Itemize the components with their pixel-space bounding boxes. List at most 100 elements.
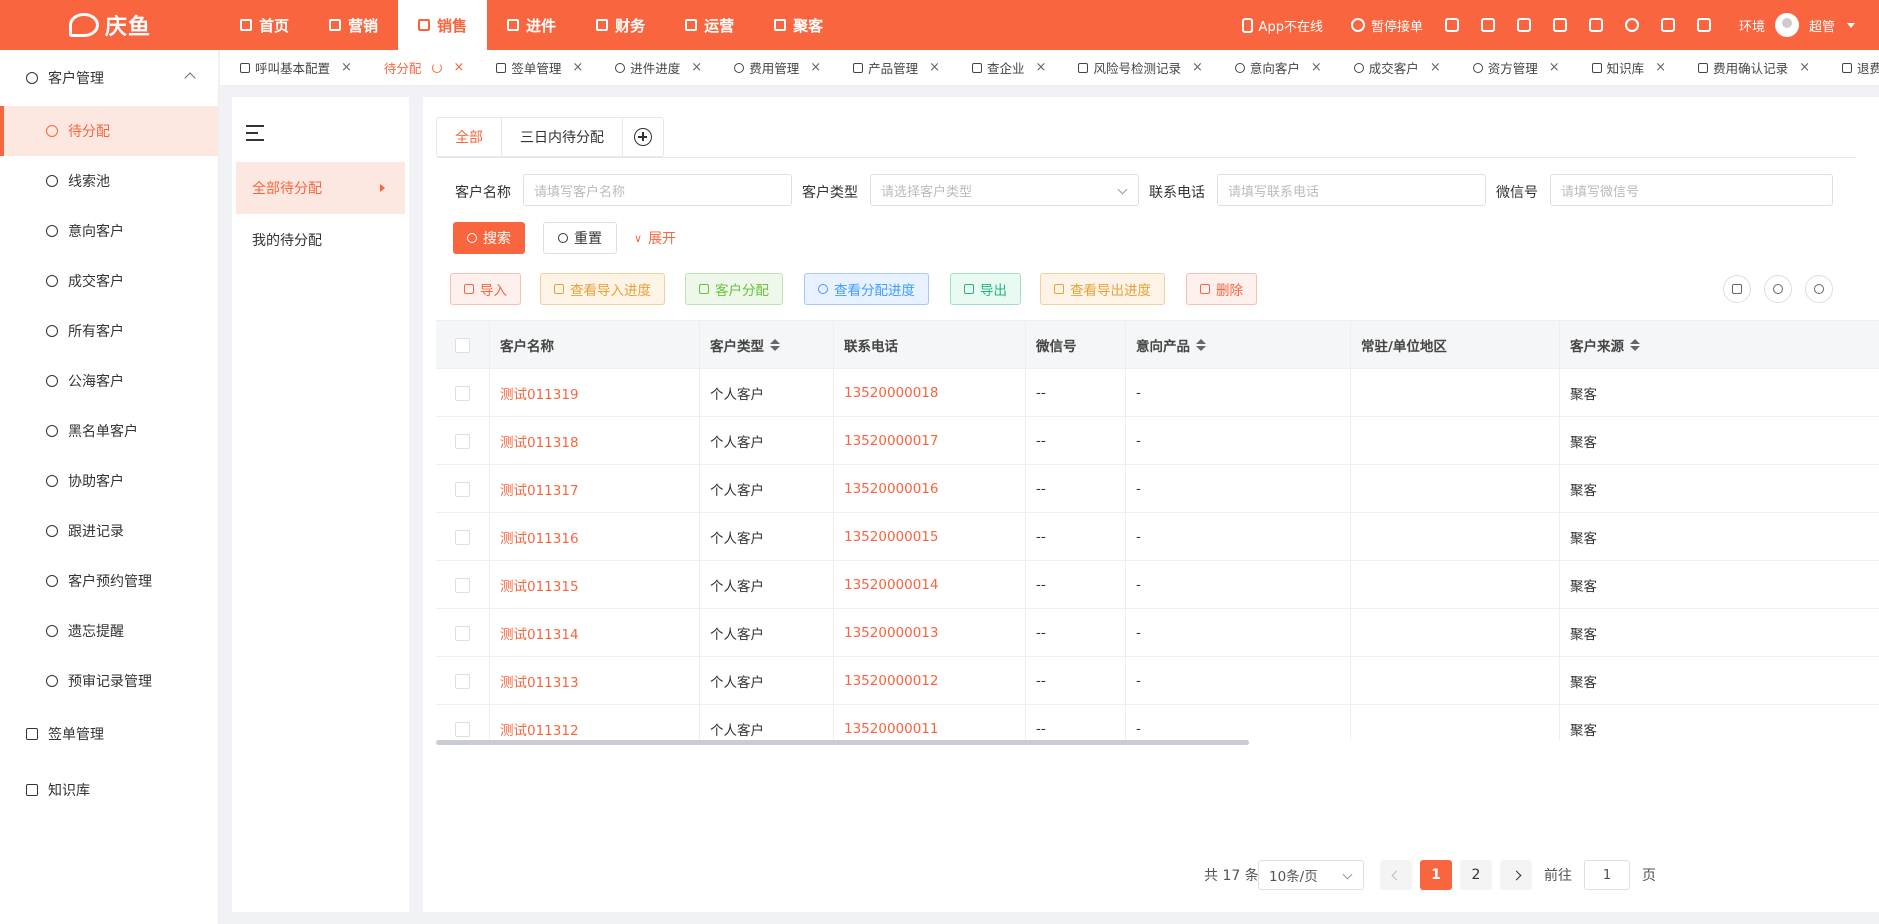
refresh-icon[interactable] [432, 62, 443, 73]
cell-name[interactable]: 测试011318 [490, 417, 700, 465]
expand-button[interactable]: ∨ 展开 [634, 222, 676, 254]
cell-name[interactable]: 测试011313 [490, 657, 700, 705]
search-icon[interactable] [1624, 18, 1639, 32]
tab-knowledge[interactable]: 知识库 × [1570, 50, 1676, 85]
nav-group[interactable]: 聚客 [754, 0, 843, 50]
header-product[interactable]: 意向产品 [1126, 321, 1351, 369]
sidebar-item-followup[interactable]: 跟进记录 [0, 506, 218, 556]
sort-icon[interactable] [1630, 339, 1640, 351]
toggle-search-button[interactable] [1764, 275, 1792, 303]
phone-input[interactable]: 请填写联系电话 [1217, 174, 1486, 206]
horizontal-scrollbar[interactable] [436, 740, 1249, 745]
add-tab-button[interactable] [623, 118, 663, 156]
tab-company[interactable]: 查企业 × [950, 50, 1056, 85]
tab-three-days[interactable]: 三日内待分配 [502, 118, 623, 156]
type-select[interactable]: 请选择客户类型 [870, 174, 1139, 206]
import-button[interactable]: 导入 [450, 273, 521, 305]
sidebar-item-precheck[interactable]: 预审记录管理 [0, 656, 218, 706]
wechat-input[interactable]: 请填写微信号 [1550, 174, 1833, 206]
sidebar-group-customer[interactable]: 客户管理 [0, 50, 218, 106]
close-icon[interactable]: × [1655, 60, 1666, 75]
cell-name[interactable]: 测试011316 [490, 513, 700, 561]
tab-deal[interactable]: 成交客户 × [1332, 50, 1451, 85]
name-input[interactable]: 请填写客户名称 [523, 174, 792, 206]
close-icon[interactable]: × [691, 60, 702, 75]
export-progress-button[interactable]: 查看导出进度 [1040, 273, 1165, 305]
cell-phone[interactable]: 13520000014 [834, 561, 1026, 609]
app-logo[interactable]: 庆鱼 [0, 0, 220, 50]
env-switch[interactable]: 环境 [1739, 16, 1765, 35]
header-source[interactable]: 客户来源 [1560, 321, 1879, 369]
tab-fee-confirm[interactable]: 费用确认记录 × [1676, 50, 1820, 85]
close-icon[interactable]: × [929, 60, 940, 75]
fullscreen-icon[interactable] [1588, 18, 1603, 32]
cell-phone[interactable]: 13520000015 [834, 513, 1026, 561]
columns-button[interactable] [1723, 275, 1751, 303]
prev-page-button[interactable] [1380, 860, 1412, 890]
assign-progress-button[interactable]: 查看分配进度 [804, 273, 929, 305]
cell-name[interactable]: 测试011315 [490, 561, 700, 609]
sidebar-item-intent[interactable]: 意向客户 [0, 206, 218, 256]
shirt-icon[interactable] [1516, 18, 1531, 32]
sidebar-item-appointment[interactable]: 客户预约管理 [0, 556, 218, 606]
row-checkbox[interactable] [455, 385, 470, 401]
cell-phone[interactable]: 13520000018 [834, 369, 1026, 417]
row-checkbox[interactable] [455, 673, 470, 689]
cell-phone[interactable]: 13520000011 [834, 705, 1026, 740]
tab-call-config[interactable]: 呼叫基本配置 × [220, 50, 362, 85]
collapse-menu-icon[interactable] [246, 125, 266, 141]
row-checkbox[interactable] [455, 529, 470, 545]
next-page-button[interactable] [1500, 860, 1532, 890]
sidebar-item-reminder[interactable]: 遗忘提醒 [0, 606, 218, 656]
tab-intent[interactable]: 意向客户 × [1213, 50, 1332, 85]
tab-all[interactable]: 全部 [437, 118, 502, 156]
row-checkbox[interactable] [455, 721, 470, 737]
header-wechat[interactable]: 微信号 [1026, 321, 1126, 369]
bank-icon[interactable] [1480, 18, 1495, 32]
assign-customer-button[interactable]: 客户分配 [685, 273, 783, 305]
pause-orders-button[interactable]: 暂停接单 [1350, 16, 1423, 35]
sidebar-item-leads[interactable]: 线索池 [0, 156, 218, 206]
tab-product[interactable]: 产品管理 × [831, 50, 950, 85]
lock-icon[interactable] [1444, 18, 1459, 32]
filter-my-pending[interactable]: 我的待分配 [236, 214, 405, 266]
tab-progress[interactable]: 进件进度 × [593, 50, 712, 85]
close-icon[interactable]: × [1549, 60, 1560, 75]
row-checkbox[interactable] [455, 481, 470, 497]
header-region[interactable]: 常驻/单位地区 [1351, 321, 1560, 369]
cell-name[interactable]: 测试011314 [490, 609, 700, 657]
tab-sign[interactable]: 签单管理 × [474, 50, 593, 85]
delete-button[interactable]: 删除 [1186, 273, 1257, 305]
cell-phone[interactable]: 13520000013 [834, 609, 1026, 657]
close-icon[interactable]: × [453, 60, 464, 75]
tab-pending[interactable]: 待分配 × [362, 50, 474, 85]
row-checkbox[interactable] [455, 577, 470, 593]
header-name[interactable]: 客户名称 [490, 321, 700, 369]
goto-page-input[interactable]: 1 [1584, 860, 1630, 890]
page-1-button[interactable]: 1 [1420, 860, 1452, 890]
row-checkbox[interactable] [455, 433, 470, 449]
nav-marketing[interactable]: 营销 [309, 0, 398, 50]
nav-finance[interactable]: 财务 [576, 0, 665, 50]
header-type[interactable]: 客户类型 [700, 321, 834, 369]
cell-phone[interactable]: 13520000016 [834, 465, 1026, 513]
close-icon[interactable]: × [1192, 60, 1203, 75]
close-icon[interactable]: × [1036, 60, 1047, 75]
sort-icon[interactable] [1196, 339, 1206, 351]
send-icon[interactable] [1696, 18, 1711, 32]
sidebar-item-assist[interactable]: 协助客户 [0, 456, 218, 506]
cell-name[interactable]: 测试011319 [490, 369, 700, 417]
nav-incoming[interactable]: 进件 [487, 0, 576, 50]
filter-all-pending[interactable]: 全部待分配 [236, 162, 405, 214]
tab-refund[interactable]: 退费记录× [1820, 50, 1879, 85]
close-icon[interactable]: × [1311, 60, 1322, 75]
avatar[interactable] [1774, 13, 1799, 37]
page-2-button[interactable]: 2 [1460, 860, 1492, 890]
cell-name[interactable]: 测试011312 [490, 705, 700, 740]
close-icon[interactable]: × [810, 60, 821, 75]
briefcase-icon[interactable] [1660, 18, 1675, 32]
cell-phone[interactable]: 13520000012 [834, 657, 1026, 705]
close-icon[interactable]: × [1430, 60, 1441, 75]
sidebar-group-knowledge[interactable]: 知识库 [0, 762, 218, 818]
sidebar-item-pending[interactable]: 待分配 [0, 106, 218, 156]
